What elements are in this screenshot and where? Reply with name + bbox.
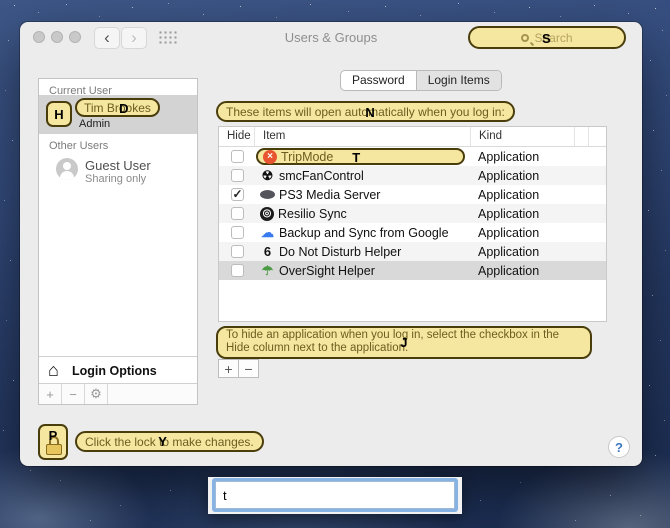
- lock-hint-text: Click the lock to make changes. Y: [75, 431, 264, 452]
- table-row[interactable]: ◎ Resilio Sync Application: [219, 204, 606, 223]
- item-name: Resilio Sync: [278, 206, 347, 221]
- ps3-media-server-icon: [260, 190, 275, 199]
- shortcut-badge-user-name: D: [119, 101, 129, 116]
- item-pill: PS3 Media Server: [255, 186, 465, 203]
- column-header-hide[interactable]: Hide: [219, 127, 255, 146]
- login-options-label: Login Options: [72, 364, 157, 378]
- shortcut-badge-search: S: [542, 31, 551, 46]
- item-name: OverSight Helper: [279, 263, 375, 278]
- home-icon: ⌂: [48, 360, 59, 380]
- tab-login-items[interactable]: Login Items: [415, 71, 501, 90]
- other-users-header: Other Users: [49, 140, 109, 152]
- do-not-disturb-helper-icon: 6: [263, 243, 272, 259]
- sidebar-toolbar: + − ⚙: [39, 383, 197, 404]
- item-pill: 6 Do Not Disturb Helper: [255, 243, 465, 260]
- item-kind: Application: [478, 244, 540, 259]
- hide-checkbox[interactable]: [230, 169, 244, 182]
- user-avatar[interactable]: H: [46, 101, 72, 127]
- column-header-item[interactable]: Item: [255, 127, 471, 146]
- tripmode-icon: ×: [263, 149, 277, 164]
- sidebar-item-login-options[interactable]: ⌂ Login Options: [39, 356, 197, 385]
- row-shortcut-badge: T: [352, 150, 361, 165]
- add-user-button[interactable]: +: [39, 384, 62, 404]
- login-items-table: Hide Item Kind × TripMode T Application: [218, 126, 607, 322]
- shortcut-badge-heading: N: [365, 105, 375, 120]
- current-user-role: Admin: [79, 118, 111, 130]
- search-icon: [521, 33, 530, 42]
- item-pill: ◎ Resilio Sync: [255, 205, 465, 222]
- users-groups-window: ‹ › Users & Groups Search S Current User…: [20, 22, 642, 466]
- item-kind: Application: [478, 168, 540, 183]
- hide-checkbox[interactable]: [230, 226, 244, 239]
- titlebar: ‹ › Users & Groups Search S: [20, 22, 642, 52]
- sidebar-item-current-user[interactable]: H Tim Brookes D Admin: [39, 95, 197, 134]
- hide-checkbox[interactable]: [230, 150, 244, 163]
- oversight-helper-icon: ☂: [261, 262, 274, 278]
- column-header-spare: [575, 127, 589, 146]
- table-row[interactable]: 6 Do Not Disturb Helper Application: [219, 242, 606, 261]
- item-name: TripMode: [281, 149, 334, 164]
- item-pill: ☂ OverSight Helper: [255, 262, 465, 279]
- shortcut-query-panel: [208, 477, 462, 514]
- login-items-list-buttons: + −: [218, 359, 259, 378]
- user-actions-gear-icon[interactable]: ⚙: [85, 384, 108, 404]
- search-input[interactable]: Search S: [468, 26, 626, 49]
- table-header: Hide Item Kind: [219, 127, 606, 147]
- hide-checkbox[interactable]: [230, 188, 244, 201]
- tab-bar: Password Login Items: [340, 70, 502, 91]
- current-user-name: Tim Brookes D: [75, 98, 160, 117]
- table-row[interactable]: PS3 Media Server Application: [219, 185, 606, 204]
- item-name: Do Not Disturb Helper: [279, 244, 402, 259]
- shortcut-badge-note: J: [400, 335, 408, 350]
- user-list-sidebar: Current User H Tim Brookes D Admin Other…: [38, 78, 198, 405]
- shortcut-badge-lock-text: Y: [158, 434, 167, 449]
- table-row[interactable]: ☁ Backup and Sync from Google Applicatio…: [219, 223, 606, 242]
- item-kind: Application: [478, 187, 540, 202]
- hide-checkbox[interactable]: [230, 207, 244, 220]
- shortcut-badge-avatar: H: [54, 106, 64, 122]
- login-items-table-body: × TripMode T Application ☢ smcFanControl…: [219, 147, 606, 280]
- guest-user-avatar: [56, 158, 78, 180]
- item-kind: Application: [478, 225, 540, 240]
- hide-note: To hide an application when you log in, …: [216, 326, 592, 359]
- item-pill: ☢ smcFanControl: [255, 167, 465, 184]
- shortcut-query-input[interactable]: [215, 481, 455, 509]
- tab-password[interactable]: Password: [341, 71, 416, 90]
- add-login-item-button[interactable]: +: [218, 359, 239, 378]
- item-pill: × TripMode T: [256, 148, 465, 165]
- hide-checkbox[interactable]: [230, 245, 244, 258]
- hide-checkbox[interactable]: [230, 264, 244, 277]
- backup-and-sync-icon: ☁: [261, 224, 274, 240]
- item-name: PS3 Media Server: [279, 187, 381, 202]
- item-name: Backup and Sync from Google: [279, 225, 449, 240]
- lock-button[interactable]: P: [38, 424, 68, 460]
- item-name: smcFanControl: [279, 168, 364, 183]
- item-pill: ☁ Backup and Sync from Google: [255, 224, 465, 241]
- item-kind: Application: [478, 149, 540, 164]
- resilio-sync-icon: ◎: [260, 206, 274, 221]
- search-placeholder: Search: [534, 30, 573, 45]
- login-items-heading: These items will open automatically when…: [216, 101, 515, 122]
- item-kind: Application: [478, 206, 540, 221]
- column-header-spare-2: [589, 127, 606, 146]
- table-row[interactable]: ☢ smcFanControl Application: [219, 166, 606, 185]
- guest-user-role: Sharing only: [85, 173, 147, 185]
- shortcut-badge-lock: P: [48, 428, 58, 443]
- table-row[interactable]: ☂ OverSight Helper Application: [219, 261, 606, 280]
- column-header-kind[interactable]: Kind: [471, 127, 575, 146]
- remove-login-item-button[interactable]: −: [238, 359, 259, 378]
- item-kind: Application: [478, 263, 540, 278]
- sidebar-item-guest-user[interactable]: Guest User: [85, 158, 151, 173]
- remove-user-button[interactable]: −: [62, 384, 85, 404]
- smcfancontrol-icon: ☢: [261, 167, 274, 183]
- help-button[interactable]: ?: [608, 436, 630, 458]
- table-row[interactable]: × TripMode T Application: [219, 147, 606, 166]
- wallpaper-stars: [0, 0, 1, 1]
